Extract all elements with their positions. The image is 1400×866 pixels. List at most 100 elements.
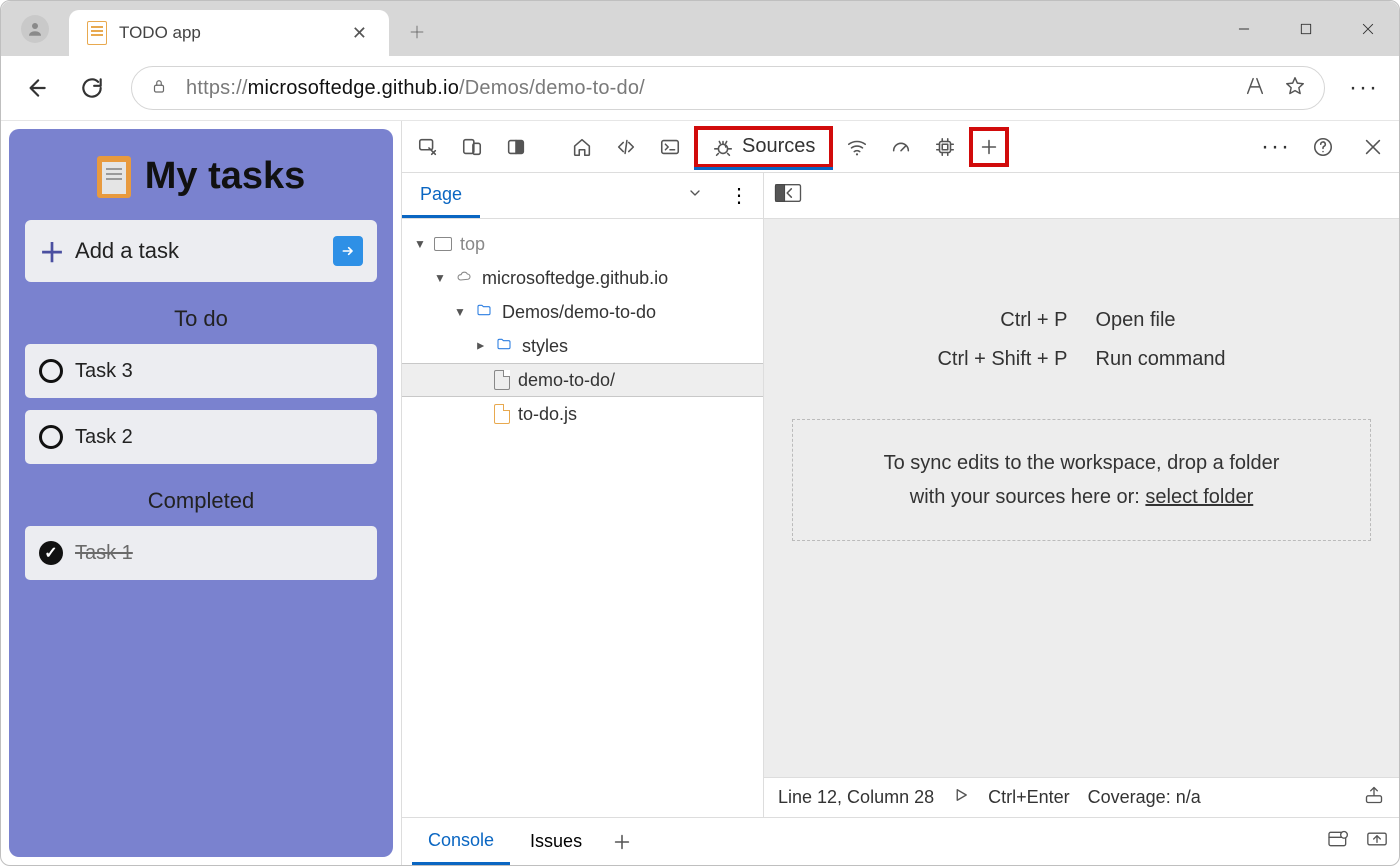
clipboard-icon — [97, 156, 131, 198]
window-controls — [1213, 1, 1399, 56]
memory-tab-button[interactable] — [925, 127, 965, 167]
wifi-icon — [846, 136, 868, 158]
dropzone-text: To sync edits to the workspace, drop a f… — [813, 446, 1350, 480]
device-toolbar-button[interactable] — [452, 127, 492, 167]
clipboard-icon — [87, 21, 107, 45]
minimize-icon — [1236, 21, 1252, 37]
url-text: https://microsoftedge.github.io/Demos/de… — [186, 77, 645, 100]
plus-icon: ＋ — [39, 233, 65, 270]
devtools-help-button[interactable] — [1303, 127, 1343, 167]
todo-app: My tasks ＋ Add a task To do Task 3 Task … — [9, 129, 393, 857]
folder-icon — [494, 336, 514, 357]
file-js-icon — [494, 404, 510, 424]
editor-pane: Ctrl + P Open file Ctrl + Shift + P Run … — [764, 173, 1399, 817]
add-task-label: Add a task — [75, 238, 323, 264]
favorite-button[interactable] — [1284, 75, 1306, 102]
task-item-completed[interactable]: Task 1 — [25, 526, 377, 580]
drawer-tab-issues[interactable]: Issues — [514, 818, 598, 865]
reload-button[interactable] — [75, 71, 109, 105]
editor-toolbar — [764, 173, 1399, 219]
drawer-button-a[interactable] — [1327, 829, 1351, 854]
submit-task-button[interactable] — [333, 236, 363, 266]
shortcut-action: Run command — [1096, 348, 1400, 371]
todo-title: My tasks — [145, 155, 306, 198]
tab-title: TODO app — [119, 23, 336, 43]
bug-icon — [712, 136, 734, 158]
workspace-dropzone[interactable]: To sync edits to the workspace, drop a f… — [792, 419, 1371, 541]
navigator-menu[interactable]: ⋮ — [715, 183, 763, 208]
arrow-right-icon — [340, 243, 356, 259]
close-window-button[interactable] — [1337, 1, 1399, 56]
address-bar[interactable]: https://microsoftedge.github.io/Demos/de… — [131, 66, 1325, 110]
sources-tab-label: Sources — [742, 135, 815, 158]
tree-node-origin[interactable]: ▼microsoftedge.github.io — [402, 261, 763, 295]
back-button[interactable] — [19, 71, 53, 105]
read-aloud-button[interactable] — [1244, 75, 1266, 102]
file-tree: ▼top ▼microsoftedge.github.io ▼Demos/dem… — [402, 219, 763, 439]
sources-tab-button[interactable]: Sources — [694, 126, 833, 168]
task-item[interactable]: Task 2 — [25, 410, 377, 464]
maximize-button[interactable] — [1275, 1, 1337, 56]
elements-tab-button[interactable] — [606, 127, 646, 167]
drawer-tab-console[interactable]: Console — [412, 818, 510, 865]
console-icon — [659, 136, 681, 158]
tree-node-subfolder[interactable]: ▼styles — [402, 329, 763, 363]
inspect-element-button[interactable] — [408, 127, 448, 167]
new-tab-button[interactable] — [397, 12, 437, 52]
lock-icon — [150, 77, 168, 100]
devices-icon — [461, 136, 483, 158]
arrow-left-icon — [23, 75, 49, 101]
read-aloud-icon — [1244, 75, 1266, 97]
network-tab-button[interactable] — [837, 127, 877, 167]
tab-close-button[interactable]: ✕ — [348, 19, 371, 48]
console-tab-button[interactable] — [650, 127, 690, 167]
devtools-tabstrip: Sources ··· — [402, 121, 1399, 173]
devtools-drawer: Console Issues — [402, 817, 1399, 865]
performance-tab-button[interactable] — [881, 127, 921, 167]
minimize-button[interactable] — [1213, 1, 1275, 56]
shortcut-hints: Ctrl + P Open file Ctrl + Shift + P Run … — [764, 309, 1399, 371]
section-heading-completed: Completed — [25, 488, 377, 514]
add-task-row[interactable]: ＋ Add a task — [25, 220, 377, 282]
task-label: Task 2 — [75, 426, 133, 449]
tree-node-file-js[interactable]: to-do.js — [402, 397, 763, 431]
app-menu-button[interactable]: ··· — [1347, 74, 1381, 102]
cursor-position: Line 12, Column 28 — [778, 787, 934, 808]
tree-node-file-html[interactable]: demo-to-do/ — [402, 363, 763, 397]
sources-body: Page ⋮ ▼top ▼microsoftedge.github.io ▼De… — [402, 173, 1399, 817]
checkbox-unchecked-icon[interactable] — [39, 425, 63, 449]
profile-avatar[interactable] — [21, 15, 49, 43]
navigator-more-tabs[interactable] — [675, 185, 715, 206]
show-coverage-button[interactable] — [1363, 785, 1385, 810]
tree-node-top[interactable]: ▼top — [402, 227, 763, 261]
folder-icon — [474, 302, 494, 323]
navigator-tabstrip: Page ⋮ — [402, 173, 763, 219]
shortcut-key: Ctrl + Shift + P — [764, 348, 1068, 371]
shortcut-key: Ctrl + P — [764, 309, 1068, 332]
todo-header: My tasks — [25, 155, 377, 198]
dropzone-text: with your sources here or: select folder — [813, 480, 1350, 514]
devtools-close-button[interactable] — [1353, 127, 1393, 167]
tree-node-folder[interactable]: ▼Demos/demo-to-do — [402, 295, 763, 329]
checkbox-unchecked-icon[interactable] — [39, 359, 63, 383]
editor-body[interactable]: Ctrl + P Open file Ctrl + Shift + P Run … — [764, 219, 1399, 777]
dock-side-button[interactable] — [496, 127, 536, 167]
cloud-icon — [454, 268, 474, 289]
drawer-button-b[interactable] — [1365, 829, 1389, 854]
chevron-down-icon — [687, 185, 703, 201]
toolbar: https://microsoftedge.github.io/Demos/de… — [1, 56, 1399, 121]
panel-collapse-icon — [774, 183, 802, 203]
more-tabs-button[interactable] — [969, 127, 1009, 167]
checkbox-checked-icon[interactable] — [39, 541, 63, 565]
select-folder-link[interactable]: select folder — [1145, 486, 1253, 508]
task-item[interactable]: Task 3 — [25, 344, 377, 398]
close-icon — [1360, 21, 1376, 37]
drawer-add-tab[interactable] — [602, 822, 642, 862]
run-snippet-button[interactable] — [952, 786, 970, 809]
section-heading-todo: To do — [25, 306, 377, 332]
navigator-page-tab[interactable]: Page — [402, 173, 480, 218]
welcome-tab-button[interactable] — [562, 127, 602, 167]
toggle-navigator-button[interactable] — [774, 183, 802, 208]
browser-tab[interactable]: TODO app ✕ — [69, 10, 389, 56]
devtools-menu-button[interactable]: ··· — [1259, 133, 1293, 161]
